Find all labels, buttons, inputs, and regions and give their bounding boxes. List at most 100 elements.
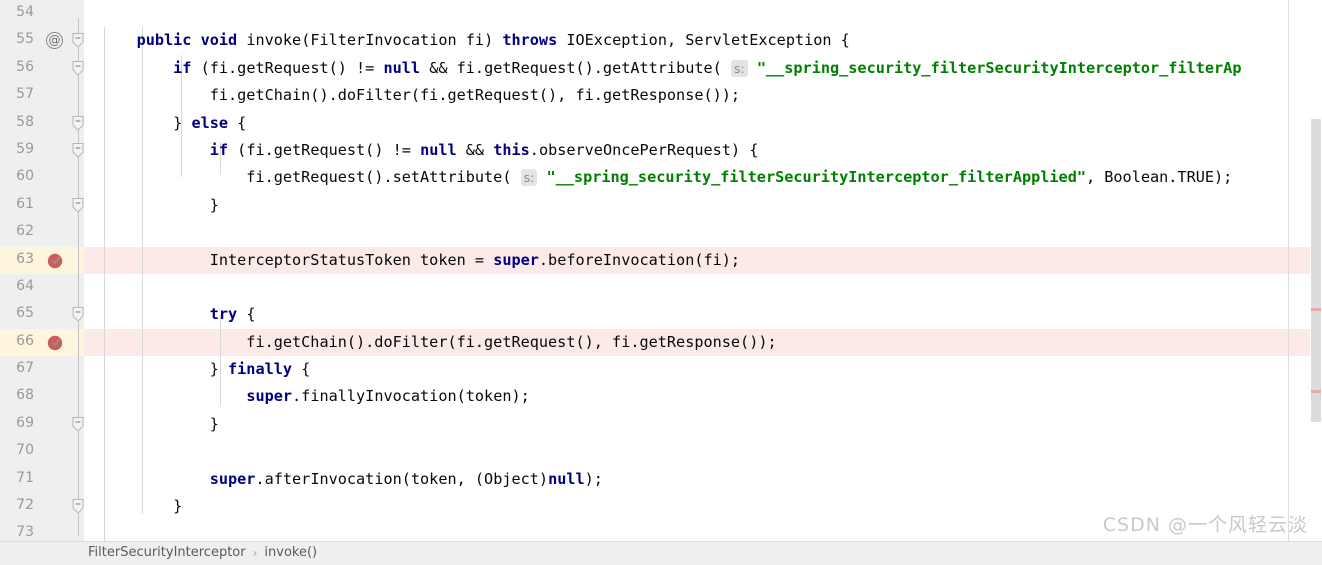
- line-number: 58: [16, 113, 34, 130]
- token-pln: .observeOncePerRequest) {: [529, 140, 759, 159]
- token-kw: this: [493, 140, 530, 159]
- scrollbar-breakpoint-marker: [1311, 308, 1321, 312]
- line-number: 65: [16, 305, 34, 322]
- line-number: 64: [16, 277, 34, 294]
- gutter-row[interactable]: 60: [0, 164, 84, 191]
- line-number: 72: [16, 497, 34, 514]
- code-line-text: }: [100, 415, 219, 433]
- code-text-area[interactable]: public void invoke(FilterInvocation fi) …: [84, 0, 1322, 541]
- code-line[interactable]: super.finallyInvocation(token);: [84, 383, 1322, 410]
- gutter-row[interactable]: 67: [0, 356, 84, 383]
- scrollbar-thumb[interactable]: [1311, 119, 1321, 422]
- line-number: 67: [16, 360, 34, 377]
- code-line[interactable]: super.afterInvocation(token, (Object)nul…: [84, 466, 1322, 493]
- line-number: 66: [16, 332, 34, 349]
- token-pln: {: [228, 113, 247, 132]
- code-line[interactable]: InterceptorStatusToken token = super.bef…: [84, 246, 1322, 274]
- token-pln: [100, 470, 210, 488]
- token-pln: fi.getChain().doFilter(fi.getRequest(), …: [100, 86, 741, 105]
- token-pln: , Boolean.TRUE);: [1085, 168, 1233, 187]
- token-pln: [748, 59, 757, 77]
- code-line-text: } finally {: [100, 360, 311, 379]
- gutter-row[interactable]: 62: [0, 219, 84, 246]
- token-kw: public: [136, 31, 192, 50]
- token-pln: {: [292, 360, 311, 379]
- gutter-row[interactable]: 64: [0, 274, 84, 301]
- gutter-row[interactable]: 65: [0, 301, 84, 328]
- line-number: 54: [16, 4, 34, 20]
- breadcrumb-bar: FilterSecurityInterceptor › invoke(): [0, 541, 1322, 565]
- gutter-row[interactable]: 72: [0, 493, 84, 520]
- token-pln: [100, 31, 137, 49]
- token-pln: (fi.getRequest() !=: [191, 58, 384, 77]
- gutter-row[interactable]: 55 @: [0, 27, 84, 54]
- token-pln: [537, 168, 546, 186]
- line-number: 59: [16, 140, 34, 157]
- token-kw: else: [191, 113, 229, 132]
- code-line-text: super.finallyInvocation(token);: [100, 387, 530, 406]
- code-line-text: fi.getRequest().setAttribute( s: "__spri…: [100, 168, 1233, 187]
- parameter-hint: s:: [730, 59, 748, 77]
- token-pln: }: [100, 113, 192, 132]
- code-line[interactable]: public void invoke(FilterInvocation fi) …: [84, 27, 1322, 54]
- code-line[interactable]: [84, 274, 1322, 301]
- code-line[interactable]: try {: [84, 301, 1322, 328]
- code-line[interactable]: [84, 438, 1322, 465]
- token-pln: fi.getChain().doFilter(fi.getRequest(), …: [100, 332, 777, 351]
- token-pln: fi.getRequest().setAttribute(: [100, 168, 521, 187]
- code-line[interactable]: }: [84, 192, 1322, 219]
- gutter-row[interactable]: 69: [0, 411, 84, 438]
- line-number: 69: [16, 414, 34, 431]
- line-number: 63: [16, 250, 34, 267]
- code-line-text: super.afterInvocation(token, (Object)nul…: [100, 470, 603, 488]
- token-pln: [100, 305, 210, 323]
- gutter-row[interactable]: 61: [0, 192, 84, 219]
- token-str: "__spring_security_filterSecurityInterce…: [546, 168, 1086, 187]
- line-number: 56: [16, 58, 34, 75]
- code-line[interactable]: } finally {: [84, 356, 1322, 383]
- breadcrumb: FilterSecurityInterceptor › invoke(): [88, 545, 317, 560]
- gutter-row[interactable]: 68: [0, 383, 84, 410]
- gutter-row[interactable]: 63: [0, 246, 84, 274]
- breakpoint-verified-icon[interactable]: [47, 252, 64, 269]
- gutter-row[interactable]: 56: [0, 55, 84, 82]
- breadcrumb-item[interactable]: FilterSecurityInterceptor: [88, 545, 246, 560]
- scrollbar-breakpoint-marker: [1311, 389, 1321, 393]
- code-line[interactable]: [84, 0, 1322, 27]
- vertical-scrollbar[interactable]: [1310, 0, 1322, 541]
- gutter-row[interactable]: 59: [0, 137, 84, 164]
- token-kw: if: [209, 140, 229, 159]
- code-line[interactable]: fi.getChain().doFilter(fi.getRequest(), …: [84, 328, 1322, 357]
- code-line-text: fi.getChain().doFilter(fi.getRequest(), …: [100, 332, 777, 351]
- gutter-row[interactable]: 58: [0, 110, 84, 137]
- code-line[interactable]: fi.getRequest().setAttribute( s: "__spri…: [84, 164, 1322, 191]
- line-number: 61: [16, 195, 34, 212]
- token-kw: throws: [502, 31, 558, 50]
- gutter-row[interactable]: 71: [0, 466, 84, 493]
- gutter-row[interactable]: 54: [0, 0, 84, 27]
- code-line[interactable]: if (fi.getRequest() != null && fi.getReq…: [84, 55, 1322, 82]
- code-line[interactable]: [84, 219, 1322, 246]
- code-line-text: } else {: [100, 114, 246, 132]
- code-line[interactable]: }: [84, 411, 1322, 438]
- breadcrumb-separator-icon: ›: [252, 545, 258, 560]
- csdn-watermark: CSDN @一个风轻云淡: [1102, 514, 1308, 536]
- gutter-row[interactable]: 57: [0, 82, 84, 109]
- token-pln: .finallyInvocation(token);: [292, 387, 530, 406]
- gutter-row[interactable]: 70: [0, 438, 84, 465]
- breakpoint-verified-icon[interactable]: [47, 334, 64, 351]
- token-kw: null: [548, 469, 585, 488]
- editor-gutter[interactable]: 54 55 @56 57 58 59 60 61 62 63 64 65 66 67 68 69 70 71 72 7…: [0, 0, 84, 565]
- annotation-at-icon[interactable]: @: [46, 32, 63, 50]
- code-line[interactable]: } else {: [84, 110, 1322, 137]
- line-number: 55: [16, 31, 34, 48]
- breadcrumb-item[interactable]: invoke(): [264, 545, 317, 560]
- token-kw: finally: [228, 360, 293, 379]
- parameter-hint: s:: [520, 169, 538, 187]
- code-line[interactable]: fi.getChain().doFilter(fi.getRequest(), …: [84, 82, 1322, 109]
- code-line[interactable]: if (fi.getRequest() != null && this.obse…: [84, 137, 1322, 164]
- token-pln: (fi.getRequest() !=: [228, 140, 421, 159]
- line-number: 57: [16, 86, 34, 103]
- gutter-row[interactable]: 66: [0, 328, 84, 357]
- token-kw: if: [173, 58, 192, 77]
